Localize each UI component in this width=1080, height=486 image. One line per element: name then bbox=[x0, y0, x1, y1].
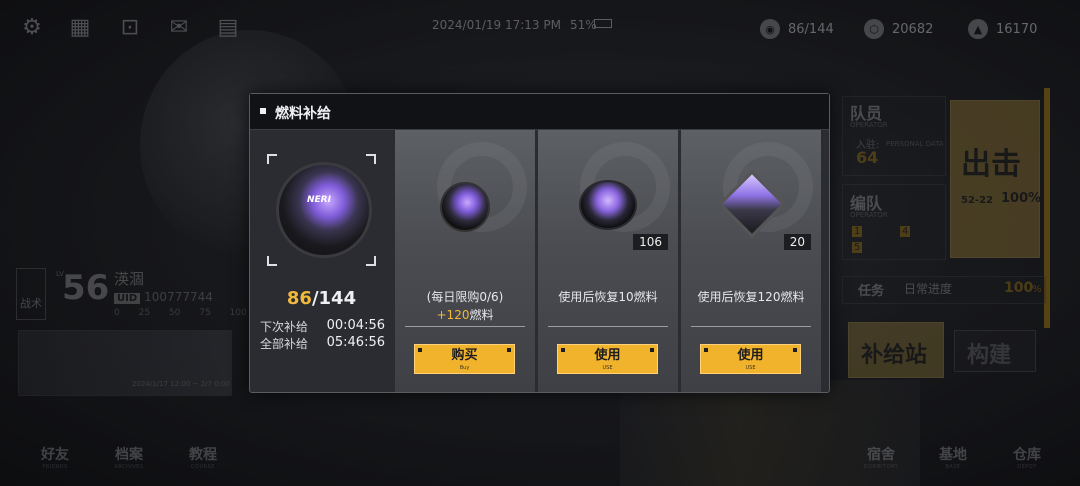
small-fuel-card: 106 使用后恢复10燃料 使用 USE bbox=[537, 130, 678, 392]
fuel-canister-shape bbox=[440, 182, 490, 232]
fuel-canister-icon bbox=[432, 174, 498, 240]
buy-button-label: 购买 bbox=[451, 348, 478, 363]
fuel-cell-shape bbox=[579, 180, 637, 230]
fuel-current: 86 bbox=[286, 288, 312, 309]
fuel-brand: NERI bbox=[307, 195, 331, 205]
use-button-label: 使用 bbox=[737, 348, 764, 363]
card-desc: 使用后恢复120燃料 bbox=[697, 290, 805, 304]
frame-corner bbox=[366, 256, 376, 266]
bonus-amount: +120 bbox=[436, 308, 470, 322]
fuel-summary: NERI 86/144 下次补给 00:04:56 全部补给 05:46:56 bbox=[250, 130, 393, 392]
card-desc: (每日限购0/6) bbox=[426, 290, 504, 304]
item-quantity: 20 bbox=[783, 234, 811, 250]
frame-corner bbox=[267, 154, 277, 164]
next-supply-label: 下次补给 bbox=[260, 320, 309, 334]
card-divider bbox=[548, 326, 668, 327]
frame-corner bbox=[366, 154, 376, 164]
purchase-card: (每日限购0/6) +120燃料 购买 Buy bbox=[394, 130, 535, 392]
full-supply-time: 05:46:56 bbox=[326, 335, 385, 350]
full-supply-label: 全部补给 bbox=[260, 337, 309, 351]
fuel-count: 86/144 bbox=[250, 288, 393, 309]
fuel-cell-icon bbox=[575, 174, 641, 240]
buy-button[interactable]: 购买 Buy bbox=[414, 344, 515, 374]
use-button[interactable]: 使用 USE bbox=[700, 344, 801, 374]
bonus-unit: 燃料 bbox=[469, 308, 494, 322]
use-button-sub: USE bbox=[745, 365, 756, 371]
card-divider bbox=[691, 326, 811, 327]
dialog-header: 燃料补给 bbox=[250, 94, 829, 130]
header-marker-icon bbox=[260, 108, 266, 114]
buy-button-sub: Buy bbox=[459, 365, 470, 371]
large-fuel-card: 20 使用后恢复120燃料 使用 USE bbox=[680, 130, 821, 392]
fuel-crate-shape bbox=[718, 170, 786, 238]
fuel-icon: NERI bbox=[276, 162, 372, 258]
next-supply-time: 00:04:56 bbox=[326, 318, 385, 333]
use-button[interactable]: 使用 USE bbox=[557, 344, 658, 374]
fuel-max: /144 bbox=[311, 288, 357, 309]
card-divider bbox=[405, 326, 525, 327]
next-supply-row: 下次补给 00:04:56 bbox=[260, 318, 385, 335]
fuel-supply-dialog: 燃料补给 NERI 86/144 下次补给 00:04:56 全部补给 05:4… bbox=[249, 93, 830, 393]
card-bonus: +120燃料 bbox=[395, 306, 535, 323]
fuel-crate-icon bbox=[718, 170, 786, 240]
dialog-title: 燃料补给 bbox=[275, 106, 331, 122]
use-button-sub: USE bbox=[602, 365, 613, 371]
full-supply-row: 全部补给 05:46:56 bbox=[260, 335, 385, 352]
use-button-label: 使用 bbox=[594, 348, 621, 363]
frame-corner bbox=[267, 256, 277, 266]
item-quantity: 106 bbox=[633, 234, 668, 250]
card-desc: 使用后恢复10燃料 bbox=[558, 290, 658, 304]
